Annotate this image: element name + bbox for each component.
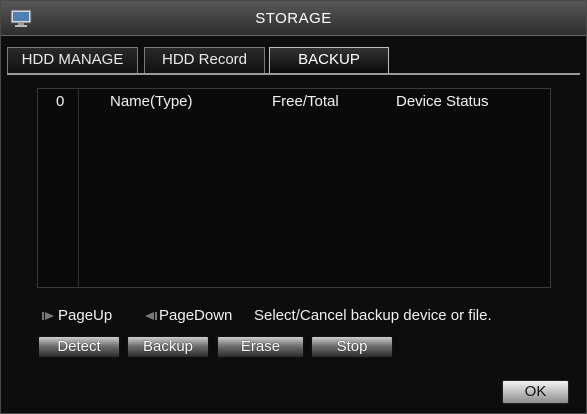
column-header-name-type: Name(Type) (110, 93, 193, 110)
ok-button[interactable]: OK (502, 380, 569, 404)
page-down-link[interactable]: PageDown (143, 307, 232, 324)
page-up-link[interactable]: PageUp (42, 307, 112, 324)
storage-window: STORAGE HDD MANAGE HDD Record BACKUP 0 N… (0, 0, 587, 414)
tab-bar: HDD MANAGE HDD Record BACKUP (7, 47, 580, 75)
column-header-device-status: Device Status (396, 93, 489, 110)
title-bar: STORAGE (1, 1, 586, 36)
page-up-label: PageUp (58, 307, 113, 324)
backup-hint: Select/Cancel backup device or file. (254, 307, 492, 324)
detect-button[interactable]: Detect (38, 336, 120, 358)
page-down-label: PageDown (159, 307, 233, 324)
column-header-free-total: Free/Total (272, 93, 339, 110)
tab-hdd-manage[interactable]: HDD MANAGE (7, 47, 138, 73)
backup-button[interactable]: Backup (127, 336, 209, 358)
erase-button[interactable]: Erase (217, 336, 304, 358)
page-up-icon (42, 312, 54, 321)
page-down-icon (145, 312, 157, 321)
column-header-index: 0 (56, 93, 65, 110)
tab-backup[interactable]: BACKUP (269, 47, 389, 73)
backup-device-table[interactable]: 0 Name(Type) Free/Total Device Status (37, 88, 551, 288)
column-divider (78, 89, 79, 287)
tab-hdd-record[interactable]: HDD Record (144, 47, 265, 73)
stop-button[interactable]: Stop (311, 336, 393, 358)
window-title: STORAGE (255, 10, 332, 27)
